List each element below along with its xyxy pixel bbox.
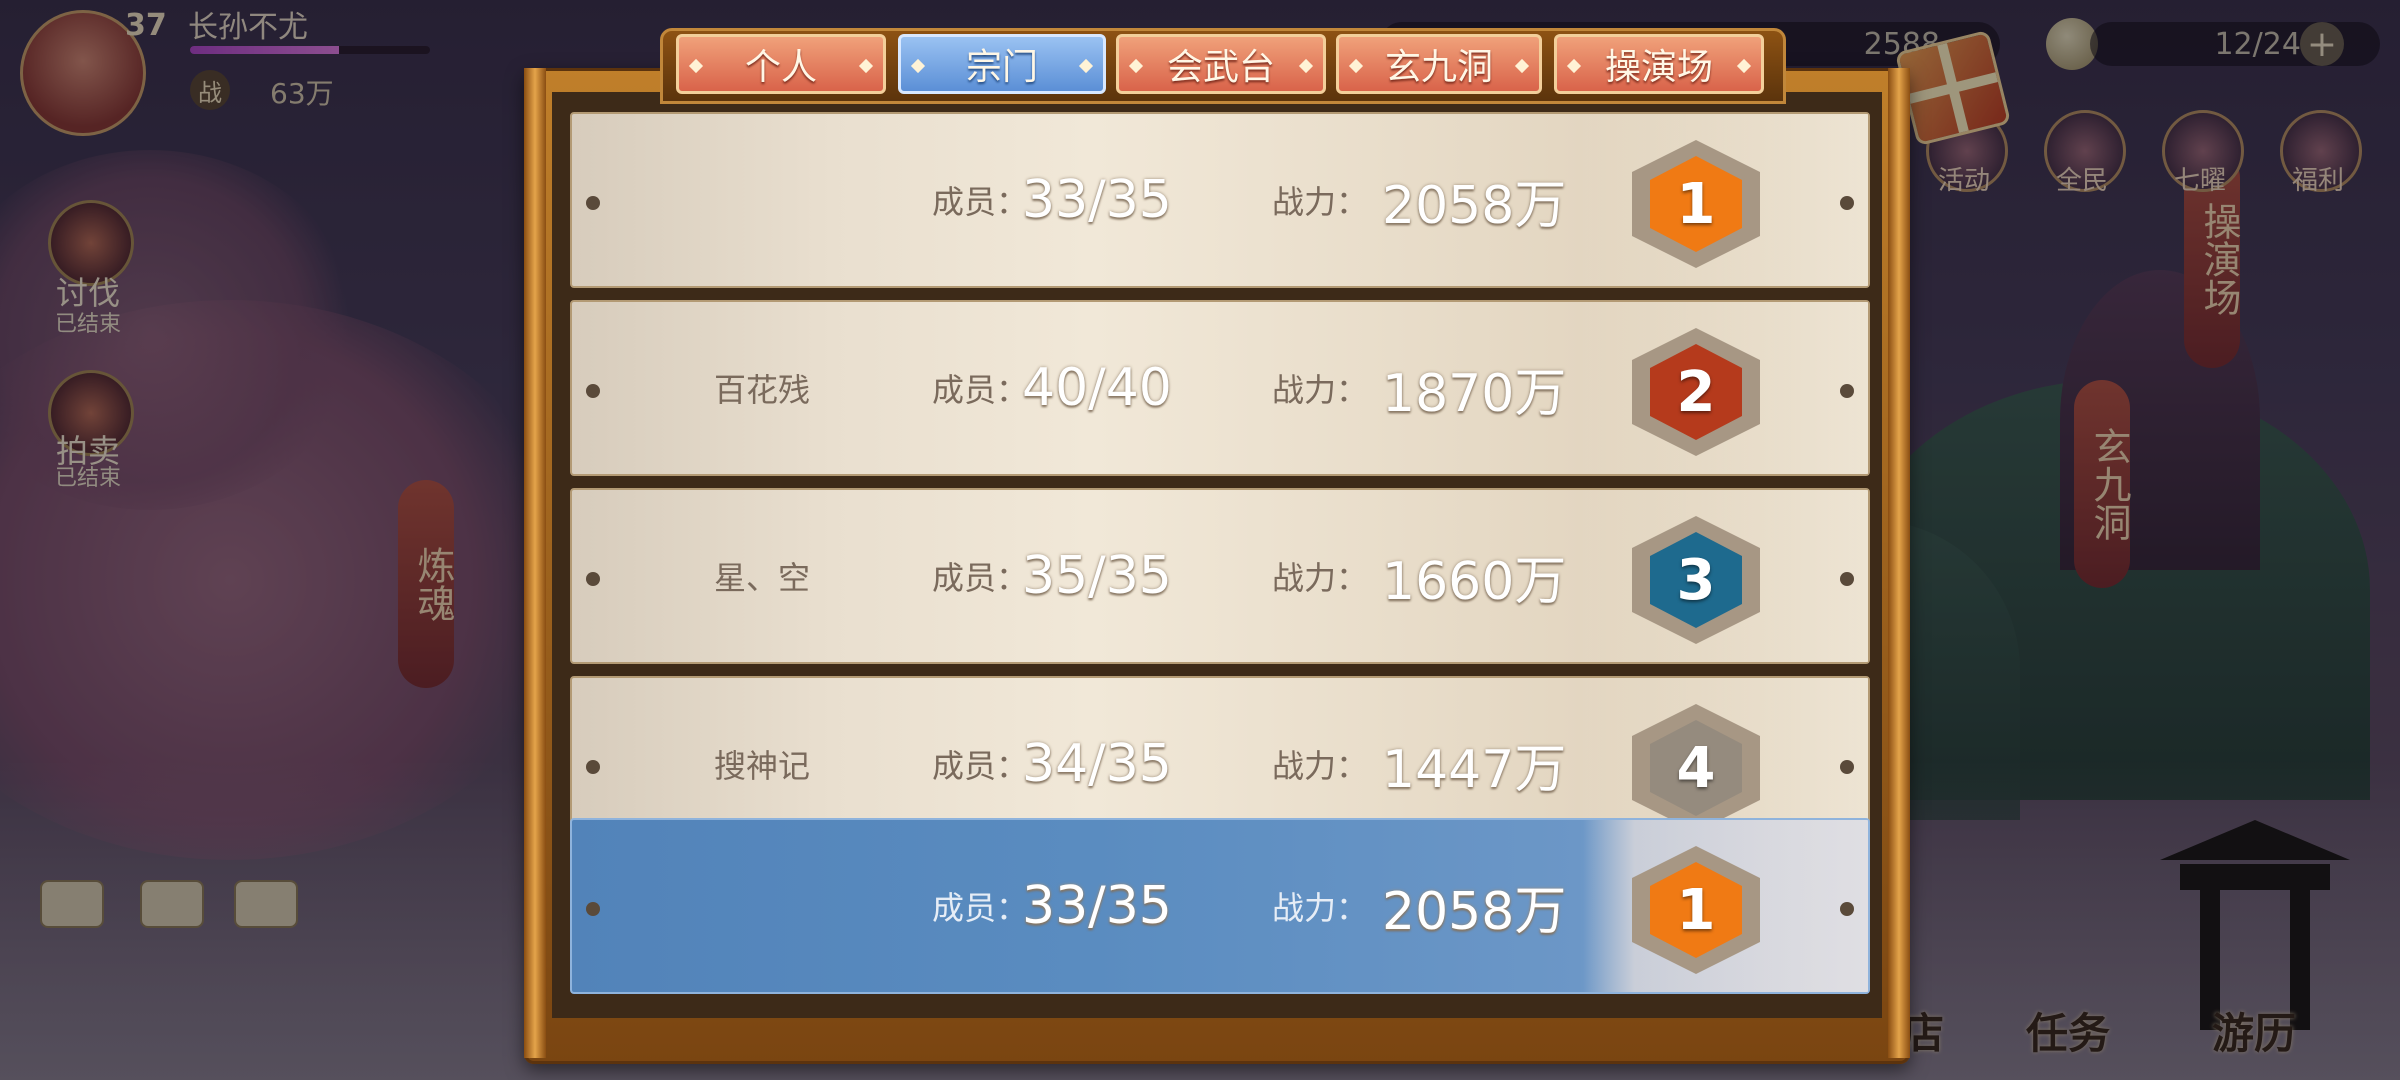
tab-sect[interactable]: 宗门 (898, 34, 1106, 94)
nail-icon (1840, 384, 1854, 398)
rank-badge-icon: 1 (1632, 846, 1760, 974)
tab-label: 玄九洞 (1384, 47, 1493, 88)
sect-rank-row[interactable]: 成员： 33/35 战力： 2058万 1 (570, 112, 1870, 288)
power-label: 战力： (1272, 371, 1369, 409)
members-value: 33/35 (1022, 170, 1172, 230)
frame-post-right (1888, 68, 1910, 1058)
tab-label: 操演场 (1604, 47, 1713, 88)
rank-badge-icon: 4 (1632, 704, 1760, 832)
nail-icon (1840, 196, 1854, 210)
nail-icon (586, 196, 600, 210)
members-label: 成员： (932, 371, 1029, 409)
tab-drill-ground[interactable]: 操演场 (1554, 34, 1764, 94)
tab-martial-stage[interactable]: 会武台 (1116, 34, 1326, 94)
sect-name (662, 820, 862, 992)
tab-label: 宗门 (965, 47, 1038, 88)
sect-name: 星、空 (713, 559, 810, 597)
power-value: 1870万 (1382, 363, 1567, 424)
nail-icon (1840, 572, 1854, 586)
nail-icon (1840, 760, 1854, 774)
members-value: 33/35 (1022, 876, 1172, 936)
power-value: 2058万 (1382, 175, 1567, 236)
members-label: 成员： (932, 183, 1029, 221)
my-sect-row[interactable]: 成员： 33/35 战力： 2058万 1 (570, 818, 1870, 994)
rank-badge-icon: 1 (1632, 140, 1760, 268)
nail-icon (1840, 902, 1854, 916)
sect-name: 百花残 (713, 371, 810, 409)
nail-icon (586, 902, 600, 916)
nail-icon (586, 384, 600, 398)
members-label: 成员： (932, 559, 1029, 597)
frame-post-left (524, 68, 546, 1058)
nail-icon (586, 760, 600, 774)
power-value: 2058万 (1382, 881, 1567, 942)
sect-name (662, 114, 862, 286)
tab-xuanjiu-cave[interactable]: 玄九洞 (1336, 34, 1542, 94)
tab-label: 个人 (744, 47, 817, 88)
members-label: 成员： (932, 889, 1029, 927)
members-value: 35/35 (1022, 546, 1172, 606)
tab-label: 会武台 (1166, 47, 1275, 88)
rank-badge-icon: 2 (1632, 328, 1760, 456)
power-label: 战力： (1272, 559, 1369, 597)
power-label: 战力： (1272, 889, 1369, 927)
power-label: 战力： (1272, 183, 1369, 221)
rank-badge-icon: 3 (1632, 516, 1760, 644)
sect-rank-row[interactable]: 百花残 成员： 40/40 战力： 1870万 2 (570, 300, 1870, 476)
nail-icon (586, 572, 600, 586)
members-value: 40/40 (1022, 358, 1172, 418)
sect-rank-row[interactable]: 星、空 成员： 35/35 战力： 1660万 3 (570, 488, 1870, 664)
tab-personal[interactable]: 个人 (676, 34, 886, 94)
power-value: 1660万 (1382, 551, 1567, 612)
